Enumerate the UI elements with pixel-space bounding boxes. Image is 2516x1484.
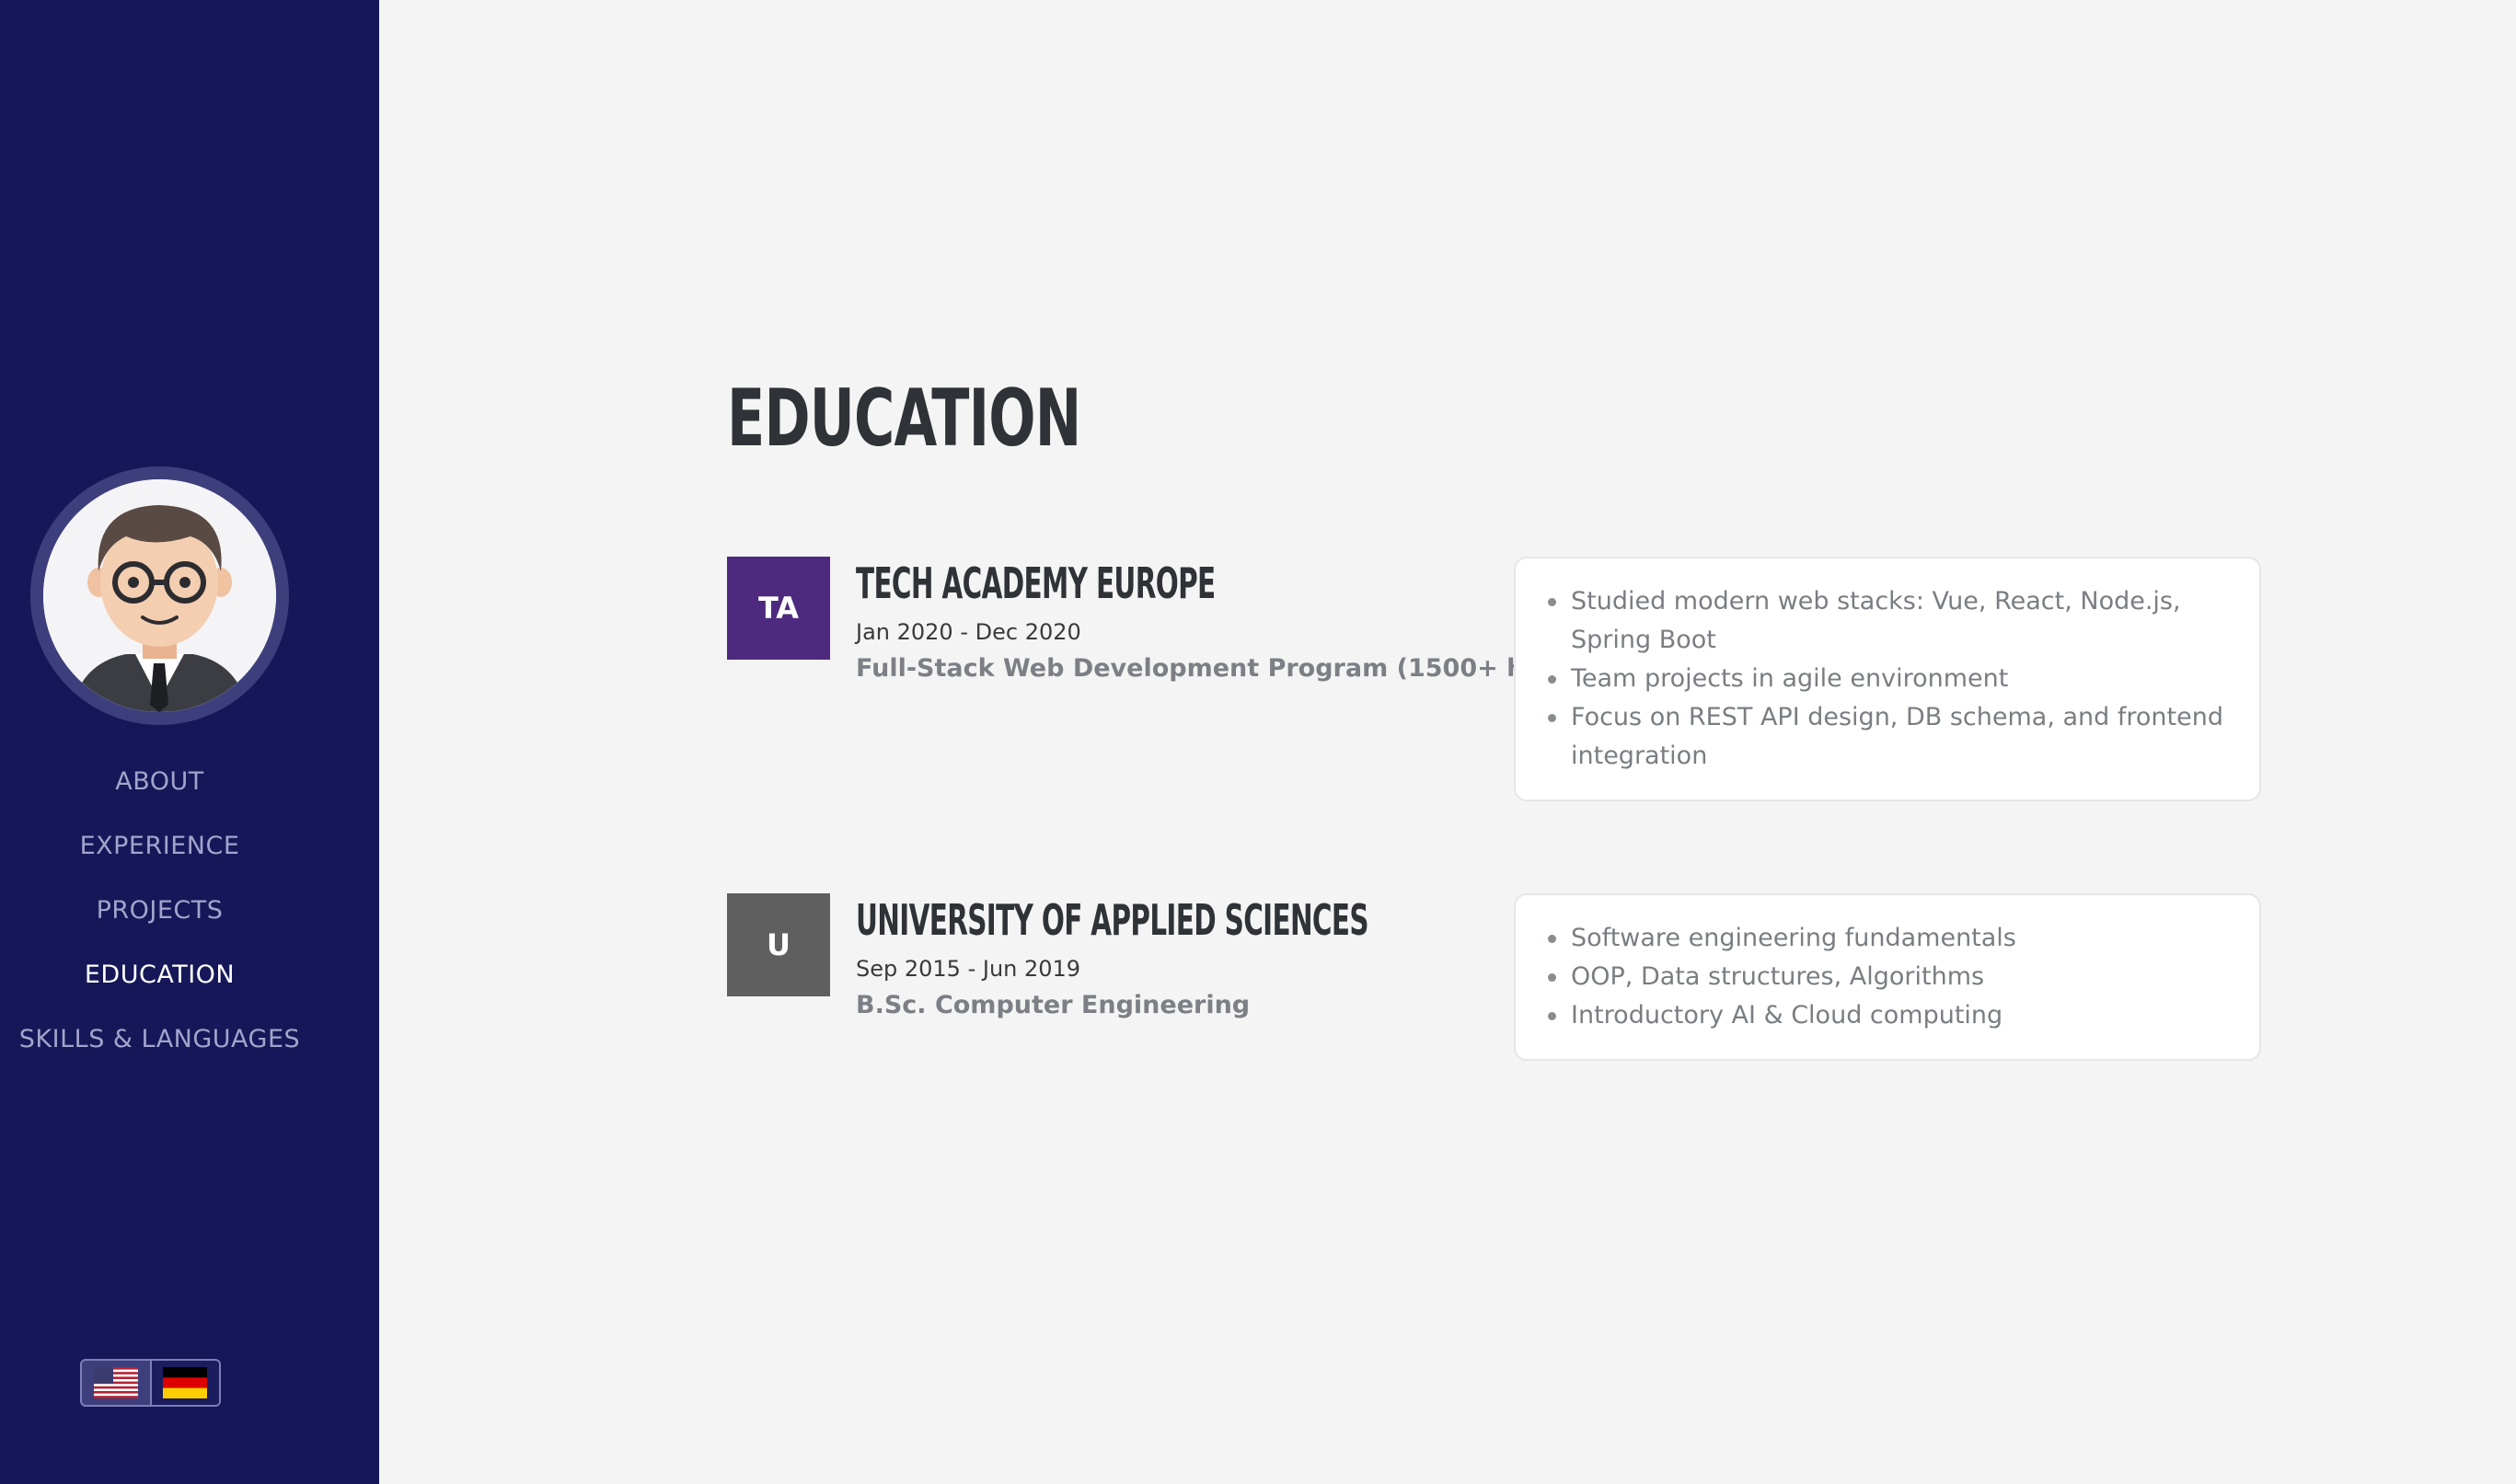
nav-item-skills-languages[interactable]: SKILLS & LANGUAGES	[0, 1019, 319, 1084]
main-nav: ABOUT EXPERIENCE PROJECTS EDUCATION SKIL…	[0, 762, 319, 1084]
list-item: Focus on REST API design, DB schema, and…	[1543, 698, 2232, 776]
language-en-button[interactable]	[82, 1361, 150, 1405]
institution-logo: U	[727, 893, 830, 996]
avatar	[30, 466, 289, 725]
us-flag-icon	[93, 1367, 138, 1398]
education-details-card: Software engineering fundamentals OOP, D…	[1514, 893, 2261, 1061]
avatar-image	[43, 479, 276, 712]
list-item: Software engineering fundamentals	[1543, 919, 2232, 958]
institution-name: UNIVERSITY OF APPLIED SCIENCES	[856, 895, 1369, 945]
institution-logo: TA	[727, 557, 830, 660]
section-title: EDUCATION	[727, 373, 1081, 465]
nav-item-about[interactable]: ABOUT	[0, 762, 319, 826]
language-switcher	[80, 1359, 221, 1407]
education-dates: Sep 2015 - Jun 2019	[856, 956, 1081, 982]
education-degree: Full-Stack Web Development Program (1500…	[856, 654, 1598, 683]
education-dates: Jan 2020 - Dec 2020	[856, 619, 1081, 645]
list-item: OOP, Data structures, Algorithms	[1543, 958, 2232, 996]
institution-name: TECH ACADEMY EUROPE	[856, 558, 1216, 608]
person-illustration-icon	[43, 479, 276, 712]
list-item: Studied modern web stacks: Vue, React, N…	[1543, 582, 2232, 660]
sidebar: ABOUT EXPERIENCE PROJECTS EDUCATION SKIL…	[0, 0, 379, 1484]
education-details-list: Studied modern web stacks: Vue, React, N…	[1543, 582, 2232, 776]
nav-item-experience[interactable]: EXPERIENCE	[0, 826, 319, 891]
main-content: EDUCATION TA TECH ACADEMY EUROPE Jan 202…	[379, 0, 2516, 1484]
nav-item-education[interactable]: EDUCATION	[0, 955, 319, 1019]
education-degree: B.Sc. Computer Engineering	[856, 991, 1251, 1019]
education-details-list: Software engineering fundamentals OOP, D…	[1543, 919, 2232, 1035]
education-details-card: Studied modern web stacks: Vue, React, N…	[1514, 557, 2261, 801]
nav-item-projects[interactable]: PROJECTS	[0, 891, 319, 955]
list-item: Team projects in agile environment	[1543, 660, 2232, 698]
de-flag-icon	[163, 1367, 208, 1398]
list-item: Introductory AI & Cloud computing	[1543, 996, 2232, 1035]
language-de-button[interactable]	[149, 1361, 219, 1405]
